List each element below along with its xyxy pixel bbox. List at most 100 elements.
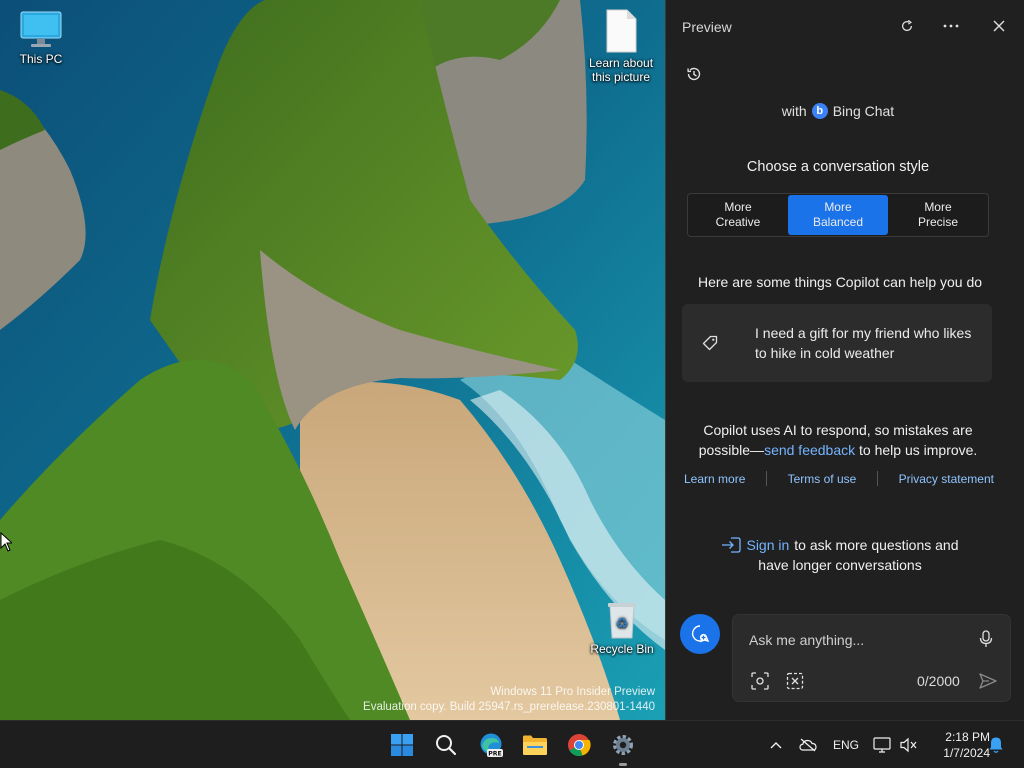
history-button[interactable] <box>680 62 708 86</box>
clock-time: 2:18 PM <box>945 730 990 744</box>
more-options-button[interactable] <box>937 12 965 40</box>
send-feedback-link[interactable]: send feedback <box>764 442 855 458</box>
close-icon <box>993 20 1005 32</box>
with-label: with <box>781 103 807 119</box>
style-label: Precise <box>917 215 958 229</box>
more-horizontal-icon <box>943 24 959 28</box>
close-button[interactable] <box>985 12 1013 40</box>
microphone-button[interactable] <box>974 627 998 651</box>
notifications-button[interactable] <box>986 733 1006 757</box>
cloud-offline-icon <box>799 738 817 752</box>
refresh-button[interactable] <box>893 12 921 40</box>
sign-in-icon <box>722 537 742 553</box>
desktop-icon-label: This PC <box>19 52 63 66</box>
edge-browser-icon: PRE <box>480 733 503 757</box>
folder-icon <box>523 735 547 755</box>
terms-of-use-link[interactable]: Terms of use <box>788 472 857 486</box>
running-indicator <box>619 763 627 766</box>
chrome-browser-icon <box>568 734 591 757</box>
sign-in-prompt: Sign in to ask more questions and have l… <box>714 535 966 575</box>
chevron-up-icon <box>770 742 782 749</box>
show-hidden-icons-button[interactable] <box>766 733 786 757</box>
sign-in-text: have longer conversations <box>758 557 922 573</box>
windows-logo-icon <box>391 734 413 756</box>
volume-button[interactable] <box>898 733 920 757</box>
suggestion-card[interactable]: I need a gift for my friend who likes to… <box>682 304 992 382</box>
svg-text:♻: ♻ <box>616 616 629 632</box>
style-more-precise-button[interactable]: More Precise <box>888 194 988 236</box>
microphone-icon <box>979 630 993 647</box>
style-label: More <box>724 200 752 214</box>
desktop-icon-label: Recycle Bin <box>590 642 654 656</box>
search-button[interactable] <box>430 729 462 761</box>
chat-composer: 0/2000 <box>732 614 1011 702</box>
ask-input[interactable] <box>749 629 969 651</box>
conversation-style-selector: More Creative More Balanced More Precise <box>687 193 989 237</box>
network-icon <box>873 737 891 753</box>
style-label: More <box>924 200 952 214</box>
desktop-icon-learn-about-picture[interactable]: Learn about this picture <box>581 8 661 84</box>
recycle-bin-icon: ♻ <box>608 603 636 639</box>
add-image-button[interactable] <box>748 669 772 693</box>
learn-more-link[interactable]: Learn more <box>684 472 745 486</box>
character-count: 0/2000 <box>917 673 960 689</box>
file-explorer-button[interactable] <box>519 729 551 761</box>
windows-watermark-edition: Windows 11 Pro Insider Preview <box>490 686 655 698</box>
document-icon <box>606 9 637 53</box>
clock-date: 1/7/2024 <box>943 746 990 760</box>
conversation-style-title: Choose a conversation style <box>746 159 930 175</box>
screen-capture-icon <box>786 672 804 690</box>
desktop-icon-recycle-bin[interactable]: ♻ Recycle Bin <box>582 600 662 656</box>
send-button[interactable] <box>976 669 1000 693</box>
bing-logo-icon: b <box>811 103 828 119</box>
desktop-icon-this-pc[interactable]: This PC <box>1 10 81 66</box>
mouse-cursor-icon <box>0 532 12 552</box>
image-search-icon <box>751 672 769 690</box>
copilot-panel: Preview with b Bing Chat Choose a conver… <box>665 0 1024 720</box>
desktop-wallpaper <box>0 0 665 720</box>
search-icon <box>436 735 457 756</box>
link-divider <box>766 471 767 486</box>
clock[interactable]: 2:18 PM 1/7/2024 <box>922 729 990 761</box>
desktop[interactable]: This PC Learn about this picture ♻ Recyc… <box>0 0 665 720</box>
refresh-icon <box>902 19 912 31</box>
edge-beta-app-button[interactable]: PRE <box>475 729 507 761</box>
legal-links: Learn more Terms of use Privacy statemen… <box>684 471 994 486</box>
help-heading: Here are some things Copilot can help yo… <box>697 274 983 290</box>
style-more-balanced-button[interactable]: More Balanced <box>788 195 888 235</box>
desktop-icon-label: this picture <box>591 70 651 84</box>
sign-in-text: to ask more questions and <box>794 537 959 553</box>
gear-icon <box>613 735 633 755</box>
send-icon <box>979 673 997 689</box>
link-divider <box>876 471 878 486</box>
history-icon <box>687 67 701 81</box>
input-language-button[interactable]: ENG <box>832 733 860 757</box>
sign-in-link[interactable]: Sign in <box>746 535 789 555</box>
with-bing-chat: with b Bing Chat <box>666 103 1010 119</box>
monitor-icon <box>20 11 62 47</box>
windows-watermark-build: Evaluation copy. Build 25947.rs_prerelea… <box>363 701 655 713</box>
style-label: Balanced <box>812 215 864 229</box>
bell-icon <box>989 737 1003 753</box>
tag-icon <box>702 335 722 351</box>
chrome-app-button[interactable] <box>563 729 595 761</box>
start-button[interactable] <box>386 729 418 761</box>
panel-title: Preview <box>682 19 732 35</box>
style-label: More <box>824 200 852 214</box>
screen-capture-button[interactable] <box>783 669 807 693</box>
settings-app-button[interactable] <box>607 729 639 766</box>
suggestion-text: I need a gift for my friend who likes to… <box>755 325 972 361</box>
edge-badge-text: PRE <box>488 750 502 757</box>
onedrive-tray-button[interactable] <box>797 733 819 757</box>
new-chat-icon <box>691 625 710 643</box>
disclaimer-text: to help us improve. <box>855 442 978 458</box>
privacy-statement-link[interactable]: Privacy statement <box>899 472 994 486</box>
ai-disclaimer: Copilot uses AI to respond, so mistakes … <box>686 420 990 460</box>
style-label: Creative <box>715 215 761 229</box>
network-button[interactable] <box>872 733 892 757</box>
taskbar: PRE ENG 2:18 PM 1/7/2024 <box>0 720 1024 768</box>
bing-chat-label: Bing Chat <box>832 103 895 119</box>
style-more-creative-button[interactable]: More Creative <box>688 194 788 236</box>
new-topic-button[interactable] <box>680 614 720 654</box>
speaker-muted-icon <box>900 737 917 753</box>
